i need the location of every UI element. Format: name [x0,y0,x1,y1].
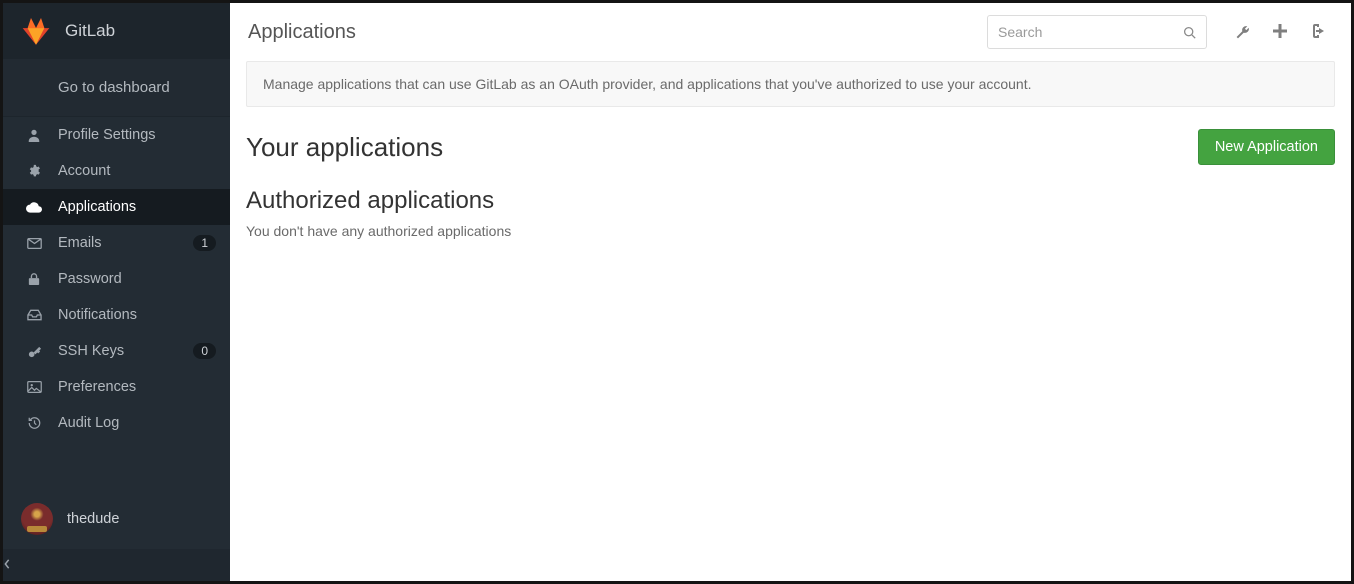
admin-wrench-icon[interactable] [1235,24,1251,40]
sidebar-item-profile-settings[interactable]: Profile Settings [3,117,230,153]
content: Your applications New Application Author… [230,107,1351,261]
cloud-icon [25,201,43,213]
current-user[interactable]: thedude [3,489,230,549]
info-banner: Manage applications that can use GitLab … [246,61,1335,107]
sidebar-item-label: Profile Settings [58,127,156,143]
sidebar-item-label: Emails [58,235,102,251]
key-icon [25,344,43,359]
sidebar-item-account[interactable]: Account [3,153,230,189]
authorized-empty-text: You don't have any authorized applicatio… [246,223,1335,239]
main-content: Applications Manage applicatio [230,3,1351,581]
sidebar-item-label: Audit Log [58,415,119,431]
search-icon[interactable] [1183,26,1196,39]
go-to-dashboard-link[interactable]: Go to dashboard [3,59,230,117]
search-box[interactable] [987,15,1207,49]
envelope-icon [25,238,43,249]
sidebar-item-audit-log[interactable]: Audit Log [3,405,230,441]
sidebar-item-password[interactable]: Password [3,261,230,297]
sidebar-item-label: Notifications [58,307,137,323]
sidebar-nav: Profile Settings Account Applications Em… [3,117,230,489]
sidebar-item-label: Password [58,271,122,287]
ssh-keys-count-badge: 0 [193,343,216,359]
brand[interactable]: GitLab [3,3,230,59]
info-banner-text: Manage applications that can use GitLab … [263,76,1032,92]
current-user-name: thedude [67,511,119,527]
sidebar: GitLab Go to dashboard Profile Settings … [3,3,230,581]
sidebar-item-label: Account [58,163,110,179]
new-application-button[interactable]: New Application [1198,129,1335,165]
gitlab-logo-icon [21,17,51,45]
avatar [21,503,53,535]
sidebar-item-label: Applications [58,199,136,215]
image-icon [25,381,43,393]
inbox-icon [25,309,43,321]
top-bar: Applications [230,3,1351,61]
gear-icon [25,164,43,178]
sidebar-item-applications[interactable]: Applications [3,189,230,225]
sign-out-icon[interactable] [1309,24,1325,40]
sidebar-item-preferences[interactable]: Preferences [3,369,230,405]
sidebar-collapse-toggle[interactable] [3,549,230,581]
sidebar-item-emails[interactable]: Emails 1 [3,225,230,261]
page-title: Applications [248,21,973,44]
emails-count-badge: 1 [193,235,216,251]
user-icon [25,128,43,142]
chevron-left-icon [3,559,230,569]
top-actions [1221,24,1333,40]
sidebar-item-label: SSH Keys [58,343,124,359]
sidebar-item-ssh-keys[interactable]: SSH Keys 0 [3,333,230,369]
authorized-applications-heading: Authorized applications [246,187,1335,215]
sidebar-item-notifications[interactable]: Notifications [3,297,230,333]
lock-icon [25,272,43,286]
history-icon [25,416,43,430]
sidebar-item-label: Preferences [58,379,136,395]
new-plus-icon[interactable] [1273,24,1287,40]
brand-name: GitLab [65,21,115,41]
search-input[interactable] [998,24,1183,40]
your-applications-heading: Your applications [246,132,1186,163]
